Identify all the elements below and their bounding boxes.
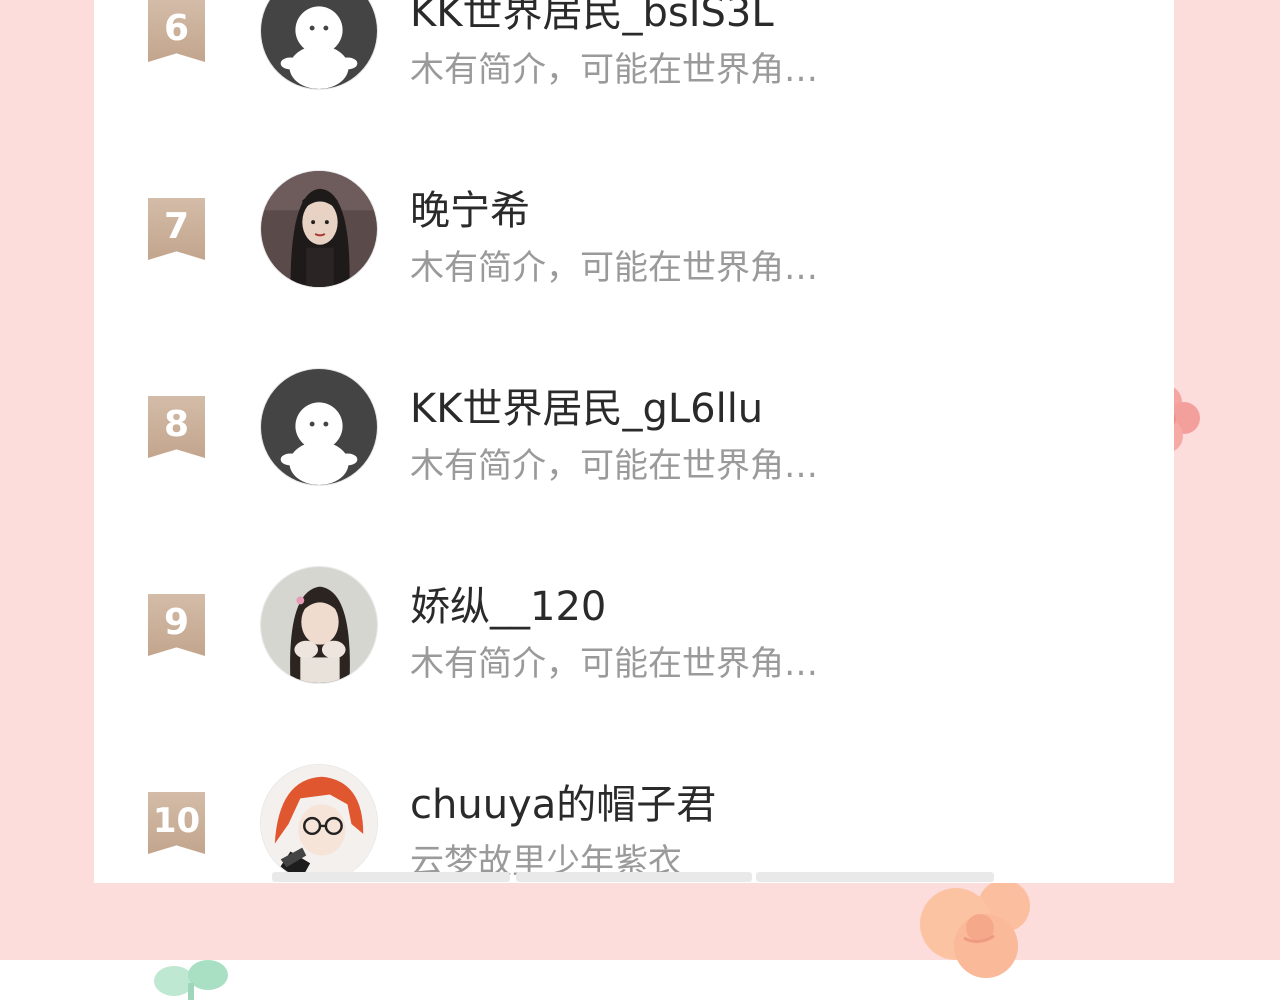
list-item[interactable]: 9 娇纵__120 木有简介，可能在世界角… <box>94 566 1174 696</box>
list-item[interactable]: 6 KK世界居民_bsIS3L 木有简介，可能在世界角… <box>94 0 1174 102</box>
scroll-indicator-segment <box>756 872 994 882</box>
avatar[interactable] <box>260 764 378 882</box>
flower-decoration-icon <box>920 880 1030 978</box>
list-item[interactable]: 8 KK世界居民_gL6llu 木有简介，可能在世界角… <box>94 368 1174 498</box>
rank-badge: 10 <box>148 792 205 854</box>
scroll-indicator-segment <box>272 872 510 882</box>
rank-badge: 7 <box>148 198 205 260</box>
user-name[interactable]: KK世界居民_gL6llu <box>410 376 763 434</box>
leaf-decoration-icon <box>154 960 228 1000</box>
ranking-list-card: 6 KK世界居民_bsIS3L 木有简介，可能在世界角… 7 晚宁希 木有简介，… <box>94 0 1174 883</box>
anime-redhair-avatar-icon <box>261 765 377 881</box>
avatar[interactable] <box>260 0 378 90</box>
scroll-indicator <box>272 872 994 882</box>
user-bio: 木有简介，可能在世界角… <box>410 446 818 486</box>
rank-badge: 6 <box>148 0 205 62</box>
user-name[interactable]: KK世界居民_bsIS3L <box>410 0 774 38</box>
rank-badge: 9 <box>148 594 205 656</box>
avatar[interactable] <box>260 368 378 486</box>
user-bio: 木有简介，可能在世界角… <box>410 248 818 288</box>
user-bio: 木有简介，可能在世界角… <box>410 644 818 684</box>
default-ghost-avatar-icon <box>261 0 377 89</box>
photo-girl-avatar-icon <box>261 567 377 683</box>
list-item[interactable]: 7 晚宁希 木有简介，可能在世界角… <box>94 170 1174 300</box>
default-ghost-avatar-icon <box>261 369 377 485</box>
rank-badge: 8 <box>148 396 205 458</box>
scroll-indicator-segment <box>516 872 752 882</box>
user-name[interactable]: 娇纵__120 <box>410 574 606 632</box>
list-item[interactable]: 10 chuuya的帽子君 云梦故里少年紫衣 <box>94 764 1174 883</box>
illustrated-girl-avatar-icon <box>261 171 377 287</box>
avatar[interactable] <box>260 170 378 288</box>
user-name[interactable]: chuuya的帽子君 <box>410 772 716 830</box>
user-name[interactable]: 晚宁希 <box>410 178 530 236</box>
user-bio: 木有简介，可能在世界角… <box>410 50 818 90</box>
avatar[interactable] <box>260 566 378 684</box>
